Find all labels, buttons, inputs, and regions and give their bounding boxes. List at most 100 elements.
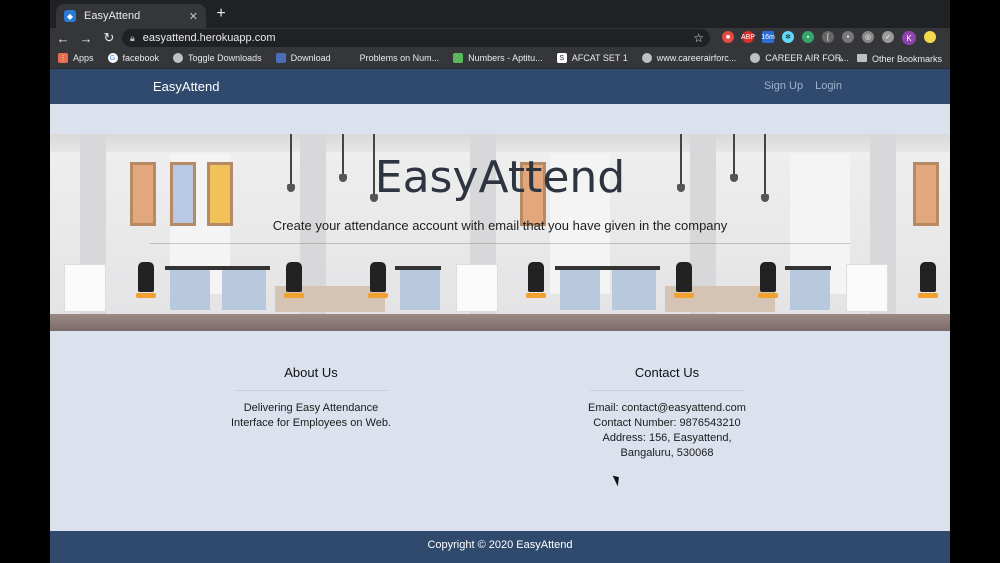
lock-icon: 🔒︎ — [130, 32, 135, 43]
ext-circle-icon[interactable]: ◎ — [862, 31, 874, 43]
signup-link[interactable]: Sign Up — [764, 80, 803, 92]
reload-button[interactable]: ↻ — [99, 30, 119, 46]
profile-avatar[interactable]: K — [902, 31, 916, 45]
globe-icon — [641, 53, 652, 63]
address-url[interactable]: easyattend.herokuapp.com — [143, 32, 693, 44]
cabinet — [456, 264, 498, 312]
leaf-icon — [453, 53, 464, 63]
bookmark-label: facebook — [122, 53, 160, 63]
hero-ceiling — [50, 134, 950, 152]
about-divider — [234, 390, 388, 391]
download-icon — [275, 53, 286, 63]
contact-divider — [590, 390, 744, 391]
extensions-area: ■ ABP 16m ✻ ▪ [ • ◎ ✓ K — [722, 31, 936, 45]
desk-panel — [612, 270, 656, 310]
ext-bracket-icon[interactable]: [ — [822, 31, 834, 43]
desk-panel — [222, 270, 266, 310]
ext-mic-icon[interactable]: • — [842, 31, 854, 43]
hero-title: EasyAttend — [374, 152, 626, 203]
globe-icon — [750, 53, 761, 63]
nav-links: Sign Up Login — [764, 80, 842, 92]
bookmark-afcat[interactable]: S AFCAT SET 1 — [556, 53, 628, 63]
ext-check-icon[interactable]: ✓ — [882, 31, 894, 43]
desk-panel — [400, 270, 440, 310]
bookmark-label: Apps — [73, 53, 94, 63]
new-tab-button[interactable]: + — [212, 5, 230, 23]
hero-floor — [50, 314, 950, 331]
office-chair — [758, 262, 778, 298]
bookmark-apps[interactable]: ⋮ Apps — [58, 53, 94, 63]
office-chair — [674, 262, 694, 298]
bookmarks-bar: ⋮ Apps Gfacebook Toggle Downloads Downloa… — [50, 48, 950, 69]
cabinet — [64, 264, 106, 312]
office-chair — [368, 262, 388, 298]
more-bookmarks-button[interactable]: » — [838, 54, 843, 64]
bookmark-facebook[interactable]: Gfacebook — [107, 53, 160, 63]
bookmark-label: Problems on Num... — [359, 53, 440, 63]
contact-phone: Contact Number: 9876543210 — [593, 417, 741, 429]
ext-green-icon[interactable]: ▪ — [802, 31, 814, 43]
contact-address: Address: 156, Easyattend, Bangaluru, 530… — [602, 432, 732, 459]
browser-toolbar: ← → ↻ 🔒︎ easyattend.herokuapp.com ☆ ■ AB… — [50, 28, 950, 48]
site-navbar: EasyAttend Sign Up Login — [50, 69, 950, 104]
office-chair — [284, 262, 304, 298]
close-tab-icon[interactable]: ✕ — [189, 10, 198, 23]
contact-section: Contact Us Email: contact@easyattend.com… — [585, 365, 749, 461]
desk-panel — [170, 270, 210, 310]
desk-panel — [790, 270, 830, 310]
other-bookmarks-label: Other Bookmarks — [871, 53, 942, 64]
brand-link[interactable]: EasyAttend — [153, 79, 220, 94]
calendar-ext-icon[interactable]: 16m — [761, 31, 775, 43]
google-icon: G — [107, 53, 118, 63]
blank-icon — [345, 53, 355, 63]
site-favicon-icon: ◆ — [64, 10, 76, 22]
bookmark-label: CAREER AIR FOR... — [765, 53, 849, 63]
office-chair — [526, 262, 546, 298]
desk-panel — [560, 270, 600, 310]
mouse-cursor-icon — [612, 473, 623, 487]
globe-icon — [173, 53, 184, 63]
office-chair — [918, 262, 938, 298]
s-icon: S — [556, 53, 567, 63]
bookmark-numbers[interactable]: Numbers - Aptitu... — [453, 53, 543, 63]
footer-copyright: Copyright © 2020 EasyAttend — [427, 539, 573, 551]
about-section: About Us Delivering Easy Attendance Inte… — [229, 365, 393, 431]
office-chair — [136, 262, 156, 298]
bookmark-problems[interactable]: Problems on Num... — [345, 53, 440, 63]
adblock-plus-icon[interactable]: ABP — [741, 31, 755, 43]
ext-yellow-icon[interactable] — [924, 31, 936, 43]
bookmark-label: www.careerairforc... — [656, 53, 737, 63]
about-text: Delivering Easy Attendance Interface for… — [231, 402, 391, 429]
hero-banner: EasyAttend Create your attendance accoun… — [50, 134, 950, 331]
react-devtools-icon[interactable]: ✻ — [782, 31, 794, 43]
cabinet — [846, 264, 888, 312]
bookmark-career-air[interactable]: CAREER AIR FOR... — [750, 53, 849, 63]
folder-icon — [856, 53, 867, 62]
bookmark-label: Download — [290, 53, 331, 63]
bookmark-label: Numbers - Aptitu... — [468, 53, 543, 63]
bookmarks-right: » Other Bookmarks — [838, 48, 942, 69]
back-button[interactable]: ← — [53, 31, 73, 46]
contact-heading: Contact Us — [634, 365, 700, 380]
tab-title: EasyAttend — [84, 10, 141, 22]
tab-easyattend[interactable]: ◆ EasyAttend ✕ — [56, 4, 206, 28]
contact-email: Email: contact@easyattend.com — [588, 402, 746, 414]
browser-window: ◆ EasyAttend ✕ + ← → ↻ 🔒︎ easyattend.her… — [50, 0, 950, 563]
login-link[interactable]: Login — [815, 80, 842, 92]
address-bar[interactable]: 🔒︎ easyattend.herokuapp.com ☆ — [122, 29, 710, 47]
bookmark-careerairforce[interactable]: www.careerairforc... — [641, 53, 737, 63]
bookmark-label: AFCAT SET 1 — [571, 53, 628, 63]
apps-grid-icon: ⋮ — [58, 53, 68, 63]
site-footer: Copyright © 2020 EasyAttend — [50, 531, 950, 563]
hero-divider — [150, 243, 850, 244]
bookmark-star-icon[interactable]: ☆ — [693, 31, 704, 45]
bookmark-label: Toggle Downloads — [188, 53, 262, 63]
other-bookmarks[interactable]: Other Bookmarks — [856, 53, 942, 64]
bookmark-download[interactable]: Download — [275, 53, 331, 63]
ext-shield-icon[interactable]: ■ — [722, 31, 734, 43]
bookmark-toggle-downloads[interactable]: Toggle Downloads — [173, 53, 262, 63]
about-heading: About Us — [284, 365, 338, 380]
forward-button[interactable]: → — [76, 31, 96, 46]
tab-strip: ◆ EasyAttend ✕ + — [50, 0, 950, 28]
hero-subtitle: Create your attendance account with emai… — [272, 218, 728, 233]
